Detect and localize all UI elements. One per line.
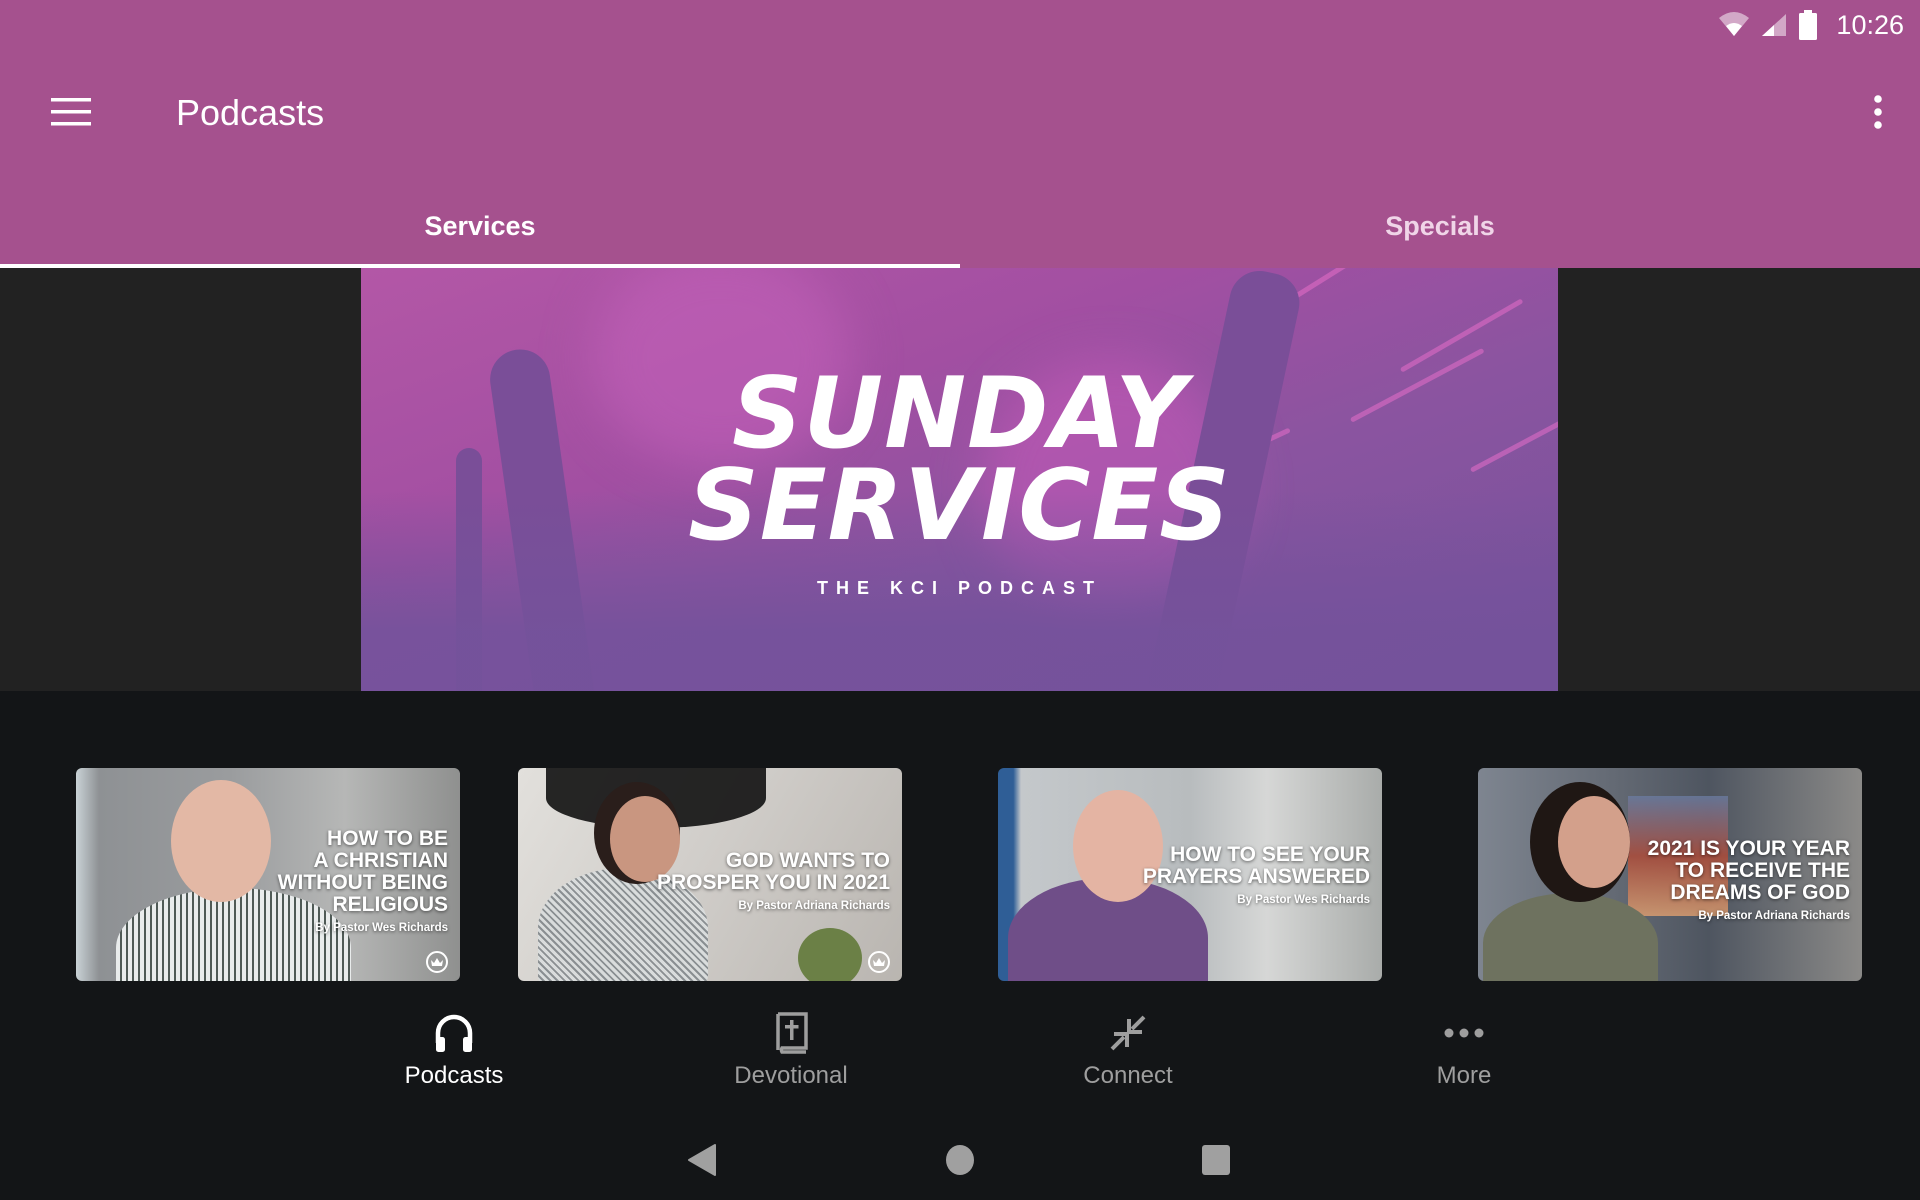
system-navigation-bar: [0, 1120, 1920, 1200]
more-vert-icon: [1874, 95, 1882, 129]
episode-headline: HOW TO BE A CHRISTIAN WITHOUT BEING RELI…: [277, 827, 448, 916]
status-time: 10:26: [1836, 9, 1904, 40]
episode-card[interactable]: 2021 IS YOUR YEAR TO RECEIVE THE DREAMS …: [1478, 768, 1862, 981]
podcast-banner[interactable]: SUNDAY SERVICES THE KCI PODCAST: [361, 268, 1558, 691]
battery-icon: [1798, 10, 1818, 40]
banner-title: SUNDAY SERVICES: [688, 357, 1231, 563]
episode-byline: By Pastor Wes Richards: [1237, 894, 1370, 906]
podcast-banner-area: SUNDAY SERVICES THE KCI PODCAST: [0, 268, 1920, 691]
system-recents-button[interactable]: [1186, 1132, 1246, 1188]
wifi-icon: [1718, 12, 1750, 38]
banner-subtitle: THE KCI PODCAST: [816, 578, 1102, 598]
connect-arrows-icon: [1108, 1010, 1148, 1056]
episode-byline: By Pastor Adriana Richards: [738, 900, 890, 912]
episode-title-overlay: HOW TO SEE YOUR PRAYERS ANSWERED By Past…: [1142, 843, 1370, 907]
nav-item-more[interactable]: More: [1364, 1010, 1564, 1098]
speaker-head: [171, 780, 271, 902]
crown-icon: [426, 951, 448, 973]
menu-button[interactable]: [44, 88, 98, 136]
cellular-signal-icon: [1760, 12, 1788, 38]
app-bar: 10:26 Podcasts Services Specials: [0, 0, 1920, 268]
home-icon: [946, 1145, 974, 1175]
nav-label: Podcasts: [404, 1062, 504, 1089]
system-back-button[interactable]: [672, 1132, 732, 1188]
episode-headline: HOW TO SEE YOUR PRAYERS ANSWERED: [1142, 843, 1370, 888]
tab-bar: Services Specials: [0, 194, 1920, 268]
back-icon: [688, 1144, 716, 1176]
status-bar: 10:26: [1718, 0, 1920, 50]
tab-specials[interactable]: Specials: [960, 194, 1920, 268]
crown-icon: [868, 951, 890, 973]
nav-label: Connect: [1083, 1062, 1173, 1089]
plant-decor: [798, 928, 862, 981]
nav-item-connect[interactable]: Connect: [1028, 1010, 1228, 1098]
episode-byline: By Pastor Wes Richards: [315, 922, 448, 934]
headphones-icon: [434, 1010, 474, 1056]
overflow-menu-button[interactable]: [1856, 88, 1900, 136]
app-screen: 10:26 Podcasts Services Specials SUNDAY …: [0, 0, 1920, 1200]
episode-title-overlay: HOW TO BE A CHRISTIAN WITHOUT BEING RELI…: [277, 827, 448, 935]
nav-label: Devotional: [734, 1062, 848, 1089]
episode-card[interactable]: HOW TO SEE YOUR PRAYERS ANSWERED By Past…: [998, 768, 1382, 981]
recents-icon: [1202, 1145, 1230, 1175]
system-home-button[interactable]: [930, 1132, 990, 1188]
episode-title-overlay: 2021 IS YOUR YEAR TO RECEIVE THE DREAMS …: [1647, 837, 1850, 923]
bible-icon: [774, 1010, 808, 1056]
speaker-head: [1558, 796, 1630, 888]
episode-card[interactable]: GOD WANTS TO PROSPER YOU IN 2021 By Past…: [518, 768, 902, 981]
page-title: Podcasts: [176, 92, 325, 133]
bottom-navigation: Podcasts Devotional Connect More: [0, 1000, 1920, 1100]
hamburger-menu-icon: [51, 98, 91, 126]
episode-card[interactable]: HOW TO BE A CHRISTIAN WITHOUT BEING RELI…: [76, 768, 460, 981]
nav-label: More: [1436, 1062, 1492, 1089]
more-horiz-icon: [1444, 1010, 1484, 1056]
episode-title-overlay: GOD WANTS TO PROSPER YOU IN 2021 By Past…: [656, 849, 890, 913]
episode-byline: By Pastor Adriana Richards: [1698, 910, 1850, 922]
episode-headline: 2021 IS YOUR YEAR TO RECEIVE THE DREAMS …: [1647, 837, 1850, 904]
nav-item-podcasts[interactable]: Podcasts: [354, 1010, 554, 1098]
episode-headline: GOD WANTS TO PROSPER YOU IN 2021: [656, 849, 890, 894]
nav-item-devotional[interactable]: Devotional: [691, 1010, 891, 1098]
tab-services[interactable]: Services: [0, 194, 960, 268]
